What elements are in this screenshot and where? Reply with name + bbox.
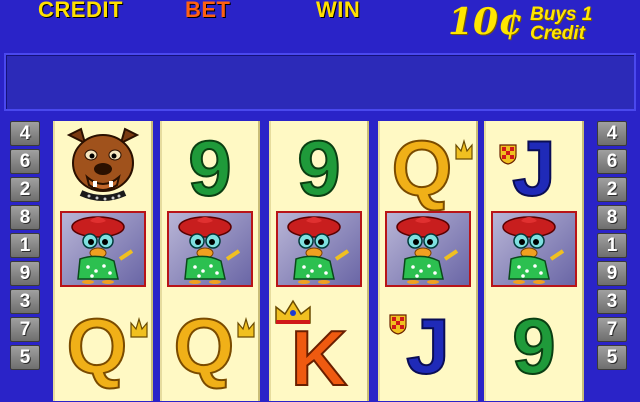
reel-3-middle-symbol	[271, 209, 367, 299]
line-button-left[interactable]: 1	[10, 233, 40, 258]
duck-icon	[60, 211, 146, 287]
nine-symbol: 9	[187, 124, 232, 212]
reel-5: J 9	[484, 121, 584, 401]
reel-4-middle-symbol	[380, 209, 476, 299]
reel-3: 9 K	[269, 121, 369, 402]
nine-symbol: 9	[296, 124, 341, 212]
line-button-right[interactable]: 5	[597, 345, 627, 370]
reel-1-bottom-symbol: Q	[55, 299, 151, 390]
line-button-right[interactable]: 3	[597, 289, 627, 314]
reel-5-bottom-symbol: 9	[486, 299, 582, 390]
reel-3-bottom-symbol: K	[271, 299, 367, 402]
crown-icon	[130, 317, 148, 338]
reel-4: Q J	[378, 121, 478, 401]
reel-4-bottom-symbol: J	[380, 299, 476, 390]
line-button-right[interactable]: 1	[597, 233, 627, 258]
jack-symbol: J	[405, 302, 450, 390]
reel-5-middle-symbol	[486, 209, 582, 299]
duck-icon	[491, 211, 577, 287]
reel-4-top-symbol: Q	[380, 121, 476, 212]
reel-2: 9 Q	[160, 121, 260, 401]
duck-icon	[167, 211, 253, 287]
reel-2-middle-symbol	[162, 209, 258, 299]
reel-2-bottom-symbol: Q	[162, 299, 258, 390]
credit-label: CREDIT	[38, 0, 123, 22]
reel-1-top-symbol	[55, 121, 151, 211]
reel-2-top-symbol: 9	[162, 121, 258, 212]
line-button-right[interactable]: 9	[597, 261, 627, 286]
line-button-right[interactable]: 2	[597, 177, 627, 202]
line-button-left[interactable]: 9	[10, 261, 40, 286]
denomination-display: 10¢ Buys 1 Credit	[448, 2, 638, 46]
king-symbol: K	[290, 314, 348, 402]
denomination-amount: 10¢	[448, 1, 524, 43]
reel-1-middle-symbol	[55, 209, 151, 299]
crown-icon	[455, 139, 473, 160]
jack-symbol: J	[511, 124, 556, 212]
line-button-left[interactable]: 2	[10, 177, 40, 202]
line-button-left[interactable]: 3	[10, 289, 40, 314]
line-button-right[interactable]: 4	[597, 121, 627, 146]
line-button-right[interactable]: 7	[597, 317, 627, 342]
win-label: WIN	[316, 0, 361, 22]
line-button-right[interactable]: 8	[597, 205, 627, 230]
line-button-left[interactable]: 6	[10, 149, 40, 174]
bet-label: BET	[185, 0, 231, 22]
bulldog-icon	[66, 127, 140, 201]
line-button-left[interactable]: 5	[10, 345, 40, 370]
queen-symbol: Q	[66, 302, 129, 390]
line-button-left[interactable]: 4	[10, 121, 40, 146]
nine-symbol: 9	[511, 302, 556, 390]
message-panel	[4, 53, 636, 111]
crown-icon	[237, 317, 255, 338]
line-button-right[interactable]: 6	[597, 149, 627, 174]
line-button-left[interactable]: 8	[10, 205, 40, 230]
reel-1: Q	[53, 121, 153, 401]
line-button-left[interactable]: 7	[10, 317, 40, 342]
buys-line-2: Credit	[530, 23, 585, 44]
queen-symbol: Q	[173, 302, 236, 390]
header-bar: CREDIT BET WIN 10¢ Buys 1 Credit	[0, 0, 640, 48]
buys-line-1: Buys 1	[530, 4, 593, 25]
queen-symbol: Q	[391, 124, 454, 212]
duck-icon	[276, 211, 362, 287]
reel-5-top-symbol: J	[486, 121, 582, 212]
reel-3-top-symbol: 9	[271, 121, 367, 212]
duck-icon	[385, 211, 471, 287]
line-buttons-right: 4 6 2 8 1 9 3 7 5	[597, 121, 631, 373]
line-buttons-left: 4 6 2 8 1 9 3 7 5	[10, 121, 44, 373]
